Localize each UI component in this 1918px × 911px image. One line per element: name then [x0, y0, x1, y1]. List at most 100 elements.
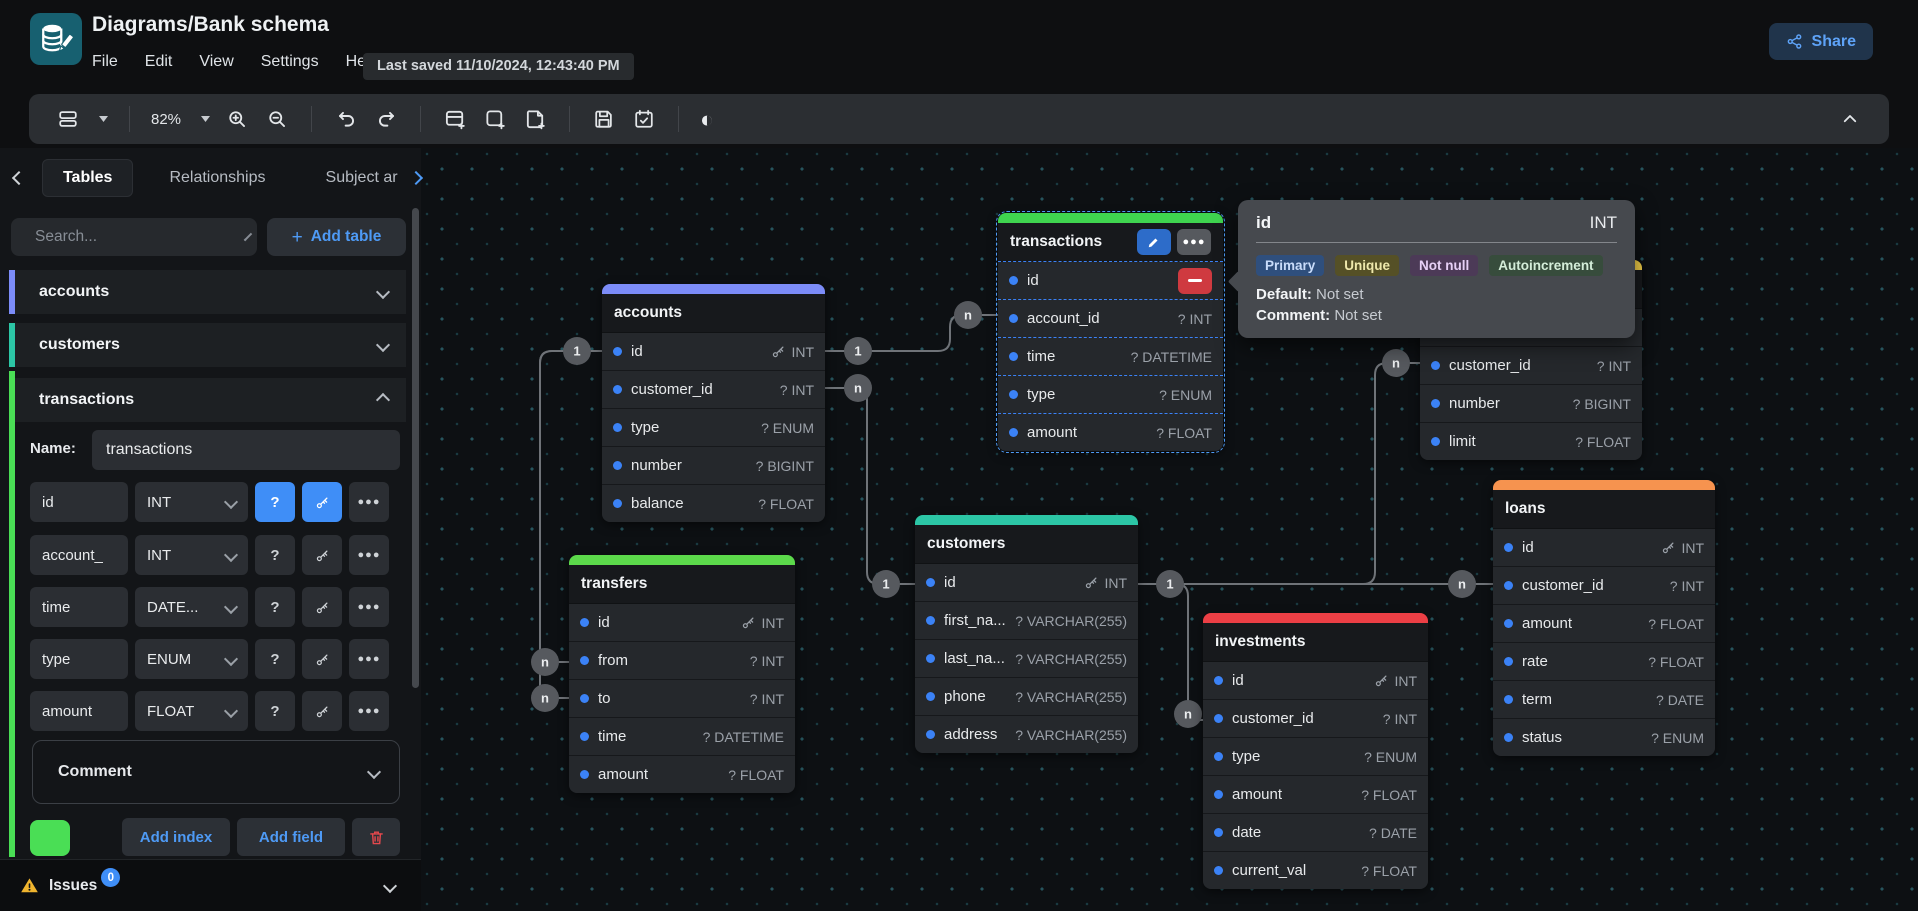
table-field-row[interactable]: phone? VARCHAR(255): [915, 678, 1138, 716]
table-field-row[interactable]: from? INT: [569, 642, 795, 680]
table-field-row[interactable]: type? ENUM: [1203, 738, 1428, 776]
tab-tables[interactable]: Tables: [42, 159, 134, 197]
theme-contrast-icon[interactable]: ◐: [700, 108, 714, 131]
menu-view[interactable]: View: [199, 53, 233, 71]
search-options-chevron-icon[interactable]: [244, 233, 252, 241]
table-field-row[interactable]: address? VARCHAR(255): [915, 716, 1138, 753]
table-field-row[interactable]: id: [998, 262, 1223, 300]
nullable-toggle-button[interactable]: ?: [255, 482, 295, 522]
table-field-row[interactable]: customer_id? INT: [1493, 567, 1715, 605]
nullable-toggle-button[interactable]: ?: [255, 535, 295, 575]
table-field-row[interactable]: status? ENUM: [1493, 719, 1715, 756]
field-name-input[interactable]: type: [30, 639, 128, 679]
table-field-row[interactable]: last_na...? VARCHAR(255): [915, 640, 1138, 678]
app-logo[interactable]: [30, 13, 82, 65]
canvas-table-transactions[interactable]: transactions●●●idaccount_id? INTtime? DA…: [998, 213, 1223, 451]
menu-settings[interactable]: Settings: [261, 53, 319, 71]
nullable-toggle-button[interactable]: ?: [255, 639, 295, 679]
delete-table-button[interactable]: [352, 818, 400, 856]
table-field-row[interactable]: idINT: [1203, 662, 1428, 700]
table-field-row[interactable]: customer_id? INT: [1420, 347, 1642, 385]
redo-icon[interactable]: [373, 106, 399, 132]
accordion-chevron-icon[interactable]: [376, 285, 390, 299]
collapse-toolbar-icon[interactable]: [1837, 106, 1863, 132]
autosave-calendar-icon[interactable]: [631, 106, 657, 132]
table-field-row[interactable]: amount? FLOAT: [1203, 776, 1428, 814]
primary-key-toggle-button[interactable]: [302, 587, 342, 627]
primary-key-toggle-button[interactable]: [302, 691, 342, 731]
canvas-table-transfers[interactable]: transfersidINTfrom? INTto? INTtime? DATE…: [569, 555, 795, 793]
add-table-button[interactable]: + Add table: [267, 218, 406, 256]
remove-field-button[interactable]: [1178, 268, 1212, 294]
table-field-row[interactable]: number? BIGINT: [602, 447, 825, 485]
table-field-row[interactable]: amount? FLOAT: [569, 756, 795, 793]
edit-table-button[interactable]: [1137, 229, 1171, 255]
field-name-input[interactable]: amount: [30, 691, 128, 731]
table-field-row[interactable]: number? BIGINT: [1420, 385, 1642, 423]
tab-subject-areas[interactable]: Subject ar: [326, 169, 404, 187]
table-field-row[interactable]: amount? FLOAT: [998, 414, 1223, 451]
accordion-chevron-icon[interactable]: [376, 393, 390, 407]
layout-panels-icon[interactable]: [55, 106, 81, 132]
canvas-table-investments[interactable]: investmentsidINTcustomer_id? INTtype? EN…: [1203, 613, 1428, 889]
undo-icon[interactable]: [333, 106, 359, 132]
tabs-scroll-right-icon[interactable]: [409, 171, 423, 185]
canvas-table-accounts[interactable]: accountsidINTcustomer_id? INTtype? ENUMn…: [602, 284, 825, 522]
field-type-select[interactable]: INT: [135, 535, 248, 575]
zoom-caret-icon[interactable]: [201, 116, 210, 122]
table-field-row[interactable]: idINT: [569, 604, 795, 642]
field-more-options-button[interactable]: ●●●: [349, 482, 389, 522]
issues-chevron-icon[interactable]: [383, 878, 397, 892]
table-field-row[interactable]: type? ENUM: [602, 409, 825, 447]
search-input[interactable]: [33, 227, 237, 247]
canvas-table-customers[interactable]: customersidINTfirst_na...? VARCHAR(255)l…: [915, 515, 1138, 753]
table-field-row[interactable]: time? DATETIME: [998, 338, 1223, 376]
sidebar-table-item-accounts[interactable]: accounts: [9, 270, 406, 314]
table-field-row[interactable]: term? DATE: [1493, 681, 1715, 719]
field-type-select[interactable]: DATE...: [135, 587, 248, 627]
add-note-icon[interactable]: [522, 106, 548, 132]
share-button[interactable]: Share: [1769, 23, 1873, 60]
table-search-box[interactable]: [11, 218, 257, 256]
zoom-out-icon[interactable]: [264, 106, 290, 132]
table-field-row[interactable]: customer_id? INT: [602, 371, 825, 409]
field-more-options-button[interactable]: ●●●: [349, 535, 389, 575]
zoom-in-icon[interactable]: [224, 106, 250, 132]
tabs-scroll-left-icon[interactable]: [12, 171, 26, 185]
layout-caret-icon[interactable]: [99, 116, 108, 122]
sidebar-table-item-customers[interactable]: customers: [9, 323, 406, 367]
field-more-options-button[interactable]: ●●●: [349, 587, 389, 627]
field-name-input[interactable]: id: [30, 482, 128, 522]
field-more-options-button[interactable]: ●●●: [349, 639, 389, 679]
add-table-icon[interactable]: [442, 106, 468, 132]
primary-key-toggle-button[interactable]: [302, 639, 342, 679]
table-field-row[interactable]: idINT: [1493, 529, 1715, 567]
table-field-row[interactable]: first_na...? VARCHAR(255): [915, 602, 1138, 640]
table-field-row[interactable]: limit? FLOAT: [1420, 423, 1642, 460]
table-field-row[interactable]: type? ENUM: [998, 376, 1223, 414]
add-index-button[interactable]: Add index: [122, 818, 230, 856]
add-area-icon[interactable]: [482, 106, 508, 132]
table-name-input[interactable]: [92, 430, 400, 470]
field-type-select[interactable]: ENUM: [135, 639, 248, 679]
nullable-toggle-button[interactable]: ?: [255, 587, 295, 627]
table-field-row[interactable]: customer_id? INT: [1203, 700, 1428, 738]
field-type-select[interactable]: INT: [135, 482, 248, 522]
table-field-row[interactable]: rate? FLOAT: [1493, 643, 1715, 681]
sidebar-scrollbar[interactable]: [412, 208, 419, 688]
field-name-input[interactable]: time: [30, 587, 128, 627]
menu-edit[interactable]: Edit: [145, 53, 173, 71]
field-name-input[interactable]: account_: [30, 535, 128, 575]
field-more-options-button[interactable]: ●●●: [349, 691, 389, 731]
tab-relationships[interactable]: Relationships: [169, 169, 265, 187]
comment-collapsible[interactable]: Comment: [32, 740, 400, 804]
canvas-table-loans[interactable]: loansidINTcustomer_id? INTamount? FLOATr…: [1493, 480, 1715, 756]
table-field-row[interactable]: date? DATE: [1203, 814, 1428, 852]
accordion-chevron-icon[interactable]: [376, 338, 390, 352]
field-type-select[interactable]: FLOAT: [135, 691, 248, 731]
table-field-row[interactable]: time? DATETIME: [569, 718, 795, 756]
save-icon[interactable]: [591, 106, 617, 132]
table-field-row[interactable]: amount? FLOAT: [1493, 605, 1715, 643]
table-field-row[interactable]: balance? FLOAT: [602, 485, 825, 522]
table-field-row[interactable]: idINT: [602, 333, 825, 371]
